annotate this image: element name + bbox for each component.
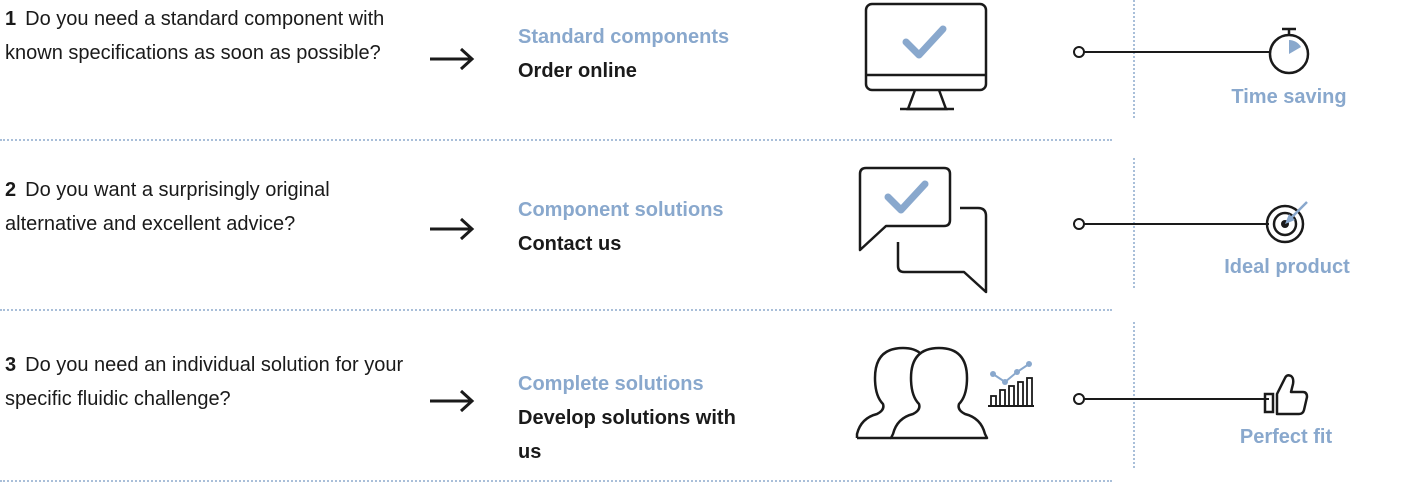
question-number: 2 — [5, 179, 17, 201]
order-online-link[interactable]: Order online — [518, 54, 818, 88]
question-text: 1 Do you need a standard component with k… — [5, 2, 405, 70]
question-label: Do you need an individual solution for y… — [5, 354, 404, 410]
question-label: Do you want a surprisingly original alte… — [5, 179, 330, 235]
row-separator — [0, 309, 1112, 311]
question-text: 3 Do you need an individual solution for … — [5, 348, 405, 416]
solution-block: Standard components Order online — [518, 20, 818, 88]
question-number: 1 — [5, 8, 17, 30]
benefit-label: Time saving — [1231, 86, 1347, 108]
stopwatch-icon — [1268, 27, 1310, 75]
solution-title: Complete solutions — [518, 373, 704, 395]
benefit: Ideal product — [1192, 198, 1382, 279]
solution-title: Component solutions — [518, 199, 724, 221]
monitor-check-icon — [864, 2, 988, 111]
arrow-right-icon — [430, 217, 475, 241]
solution-block: Complete solutions Develop solutions wit… — [518, 367, 738, 469]
question-number: 3 — [5, 354, 17, 376]
row-separator — [0, 139, 1112, 141]
contact-us-link[interactable]: Contact us — [518, 227, 818, 261]
arrow-right-icon — [430, 47, 475, 71]
chat-bubbles-check-icon — [858, 166, 988, 294]
benefit: Perfect fit — [1191, 372, 1381, 449]
thumbs-up-icon — [1263, 374, 1309, 416]
target-icon — [1265, 201, 1308, 244]
people-chart-icon — [855, 346, 1034, 440]
benefit-label: Perfect fit — [1239, 426, 1333, 448]
develop-solutions-link[interactable]: Develop solutions with us — [518, 401, 738, 469]
benefit: Time saving — [1194, 26, 1384, 109]
benefit-label: Ideal product — [1224, 256, 1350, 278]
solution-title: Standard components — [518, 26, 730, 48]
solution-block: Component solutions Contact us — [518, 193, 818, 261]
question-text: 2 Do you want a surprisingly original alt… — [5, 173, 405, 241]
arrow-right-icon — [430, 389, 475, 413]
row-separator — [0, 480, 1112, 482]
question-label: Do you need a standard component with kn… — [5, 8, 385, 64]
